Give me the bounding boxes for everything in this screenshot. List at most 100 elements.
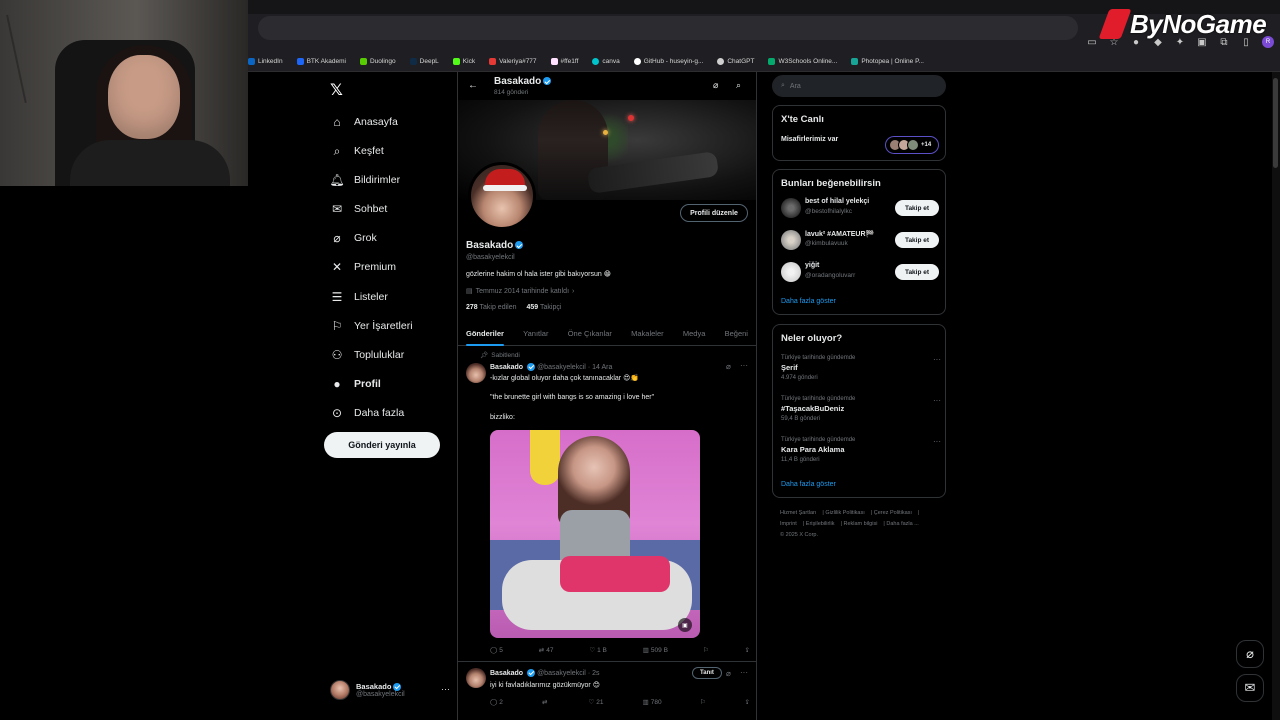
nav-more[interactable]: ⊙ Daha fazla	[330, 404, 404, 422]
retweet-button[interactable]: ⇄	[542, 698, 549, 706]
bookmark-button[interactable]: ⚐	[704, 646, 709, 654]
share-button[interactable]: ⇪	[745, 698, 750, 706]
tab-media[interactable]: Medya	[683, 329, 706, 338]
suggestion-row[interactable]: yiğit @oradangoluvarr Takip et	[781, 260, 941, 284]
reply-button[interactable]: ◯ 5	[490, 646, 503, 655]
follow-button[interactable]: Takip et	[895, 264, 939, 280]
grok-icon[interactable]: ⌀	[713, 80, 718, 91]
bookmark[interactable]: Kick	[452, 58, 475, 65]
bookmark[interactable]: BTK Akademi	[296, 58, 346, 65]
follow-button[interactable]: Takip et	[895, 200, 939, 216]
address-bar[interactable]	[258, 16, 1078, 40]
screenshot-icon[interactable]: ▭	[1086, 36, 1098, 48]
bookmark[interactable]: Valeriya#777	[489, 58, 537, 65]
bookmark[interactable]: Photopea | Online P...	[851, 58, 924, 65]
footer-link[interactable]: Gizlilik Politikası	[825, 510, 864, 516]
more-icon[interactable]: ···	[740, 668, 748, 677]
post-button[interactable]: Gönderi yayınla	[324, 432, 440, 458]
tab-articles[interactable]: Makaleler	[631, 329, 664, 338]
tweet-handle[interactable]: @basakyelekcil	[537, 364, 586, 371]
views-button[interactable]: ▥ 780	[643, 698, 662, 707]
following-count[interactable]: 278 Takip edilen	[466, 304, 516, 311]
grok-icon[interactable]: ⌀	[726, 362, 731, 371]
tweet-avatar[interactable]	[466, 668, 486, 688]
tweet-author[interactable]: Basakado	[490, 364, 523, 371]
footer-link[interactable]: Erişilebilirlik	[806, 521, 835, 527]
follow-button[interactable]: Takip et	[895, 232, 939, 248]
footer-link[interactable]: Reklam bilgisi	[843, 521, 877, 527]
nav-bookmarks[interactable]: ⚐ Yer İşaretleri	[330, 317, 413, 335]
bookmark[interactable]: ChatGPT	[717, 58, 754, 65]
account-switcher[interactable]: Basakado @basakyelekcil ···	[330, 678, 450, 702]
nav-explore[interactable]: ⌕ Keşfet	[330, 142, 384, 160]
profile-joined[interactable]: ▤ Temmuz 2014 tarihinde katıldı ›	[466, 287, 574, 296]
bookmark-label: DeepL	[419, 58, 439, 65]
edit-profile-button[interactable]: Profili düzenle	[680, 204, 748, 222]
bookmark[interactable]: DeepL	[409, 58, 439, 65]
tweet-avatar[interactable]	[466, 363, 486, 383]
bookmark[interactable]: W3Schools Online...	[768, 58, 837, 65]
nav-chat[interactable]: ✉ Sohbet	[330, 200, 387, 218]
like-button[interactable]: ♡ 1 B	[589, 646, 607, 655]
like-button[interactable]: ♡ 21	[588, 698, 603, 707]
suggestion-row[interactable]: lavuk² #AMATEUR🏁 @kimbulavuuk Takip et	[781, 228, 941, 252]
trend-item[interactable]: Türkiye tarihinde gündemde Şerif 4.974 g…	[781, 355, 941, 381]
suggestion-row[interactable]: best of hilal yelekçi @bestofhilalylkc T…	[781, 196, 941, 220]
followers-count[interactable]: 459 Takipçi	[526, 304, 561, 311]
more-icon[interactable]: ···	[441, 684, 450, 694]
tweet-handle[interactable]: @basakyelekcil	[537, 670, 586, 677]
nav-home[interactable]: ⌂ Anasayfa	[330, 113, 397, 131]
live-avatars-pill[interactable]: +14	[885, 136, 939, 154]
retweet-button[interactable]: ⇄ 47	[539, 646, 554, 655]
footer-link[interactable]: Çerez Politikası	[874, 510, 912, 516]
nav-profile[interactable]: ● Profil	[330, 375, 380, 393]
scrollbar-thumb[interactable]	[1273, 78, 1278, 168]
nav-grok[interactable]: ⌀ Grok	[330, 229, 376, 247]
messages-float-button[interactable]: ✉	[1236, 674, 1264, 702]
nav-premium[interactable]: ✕ Premium	[330, 258, 396, 276]
views-button[interactable]: ▥ 509 B	[643, 646, 668, 655]
tab-highlights[interactable]: Öne Çıkanlar	[568, 329, 612, 338]
bookmark[interactable]: canva	[592, 58, 620, 65]
tweet-author[interactable]: Basakado	[490, 670, 523, 677]
trend-item[interactable]: Türkiye tarihinde gündemde #TaşacakBuDen…	[781, 396, 941, 422]
bookmark-button[interactable]: ⚐	[701, 698, 706, 706]
bookmark[interactable]: GitHub - huseyin-g...	[633, 58, 703, 65]
nav-communities[interactable]: ⚇ Topluluklar	[330, 346, 405, 364]
tab-likes[interactable]: Beğeni	[725, 329, 748, 338]
trend-item[interactable]: Türkiye tarihinde gündemde Kara Para Akl…	[781, 437, 941, 463]
more-icon[interactable]: ···	[933, 396, 941, 405]
bookmark[interactable]: #ffe1ff	[550, 58, 578, 65]
footer-link[interactable]: Imprint	[780, 521, 797, 527]
tweet-time[interactable]: · 2s	[588, 670, 600, 677]
footer-link[interactable]: Daha fazla ...	[886, 521, 918, 527]
show-more-link[interactable]: Daha fazla göster	[781, 298, 836, 305]
tab-replies[interactable]: Yanıtlar	[523, 329, 548, 338]
promote-button[interactable]: Tanıt	[692, 667, 722, 679]
bookmark[interactable]: LinkedIn	[248, 58, 283, 65]
scrollbar[interactable]	[1272, 72, 1280, 720]
search-icon[interactable]: ⌕	[736, 80, 741, 91]
live-row-text[interactable]: Misafirlerimiz var	[781, 136, 838, 143]
back-arrow-icon[interactable]: ←	[468, 80, 478, 91]
x-logo-icon[interactable]: 𝕏	[330, 80, 343, 100]
reply-button[interactable]: ◯ 2	[490, 698, 503, 707]
share-button[interactable]: ⇪	[745, 646, 750, 654]
search-input[interactable]: ⌕ Ara	[772, 75, 946, 97]
more-icon[interactable]: ···	[933, 437, 941, 446]
tweet-media[interactable]: ▣	[490, 430, 700, 638]
grok-float-button[interactable]: ⌀	[1236, 640, 1264, 668]
bookmark[interactable]: Duolingo	[359, 58, 396, 65]
tweet-time[interactable]: · 14 Ara	[588, 364, 613, 371]
nav-notifications[interactable]: 🔔︎ Bildirimler	[329, 171, 400, 189]
tab-posts[interactable]: Gönderiler	[466, 329, 504, 346]
more-icon[interactable]: ···	[933, 355, 941, 364]
more-icon[interactable]: ···	[740, 361, 748, 370]
gif-control-icon[interactable]: ▣	[678, 618, 692, 632]
grok-icon[interactable]: ⌀	[726, 669, 731, 678]
nav-lists[interactable]: ☰ Listeler	[330, 288, 388, 306]
profile-avatar[interactable]	[468, 162, 536, 230]
show-more-link[interactable]: Daha fazla göster	[781, 481, 836, 488]
footer-link[interactable]: Hizmet Şartları	[780, 510, 816, 516]
following-label: Takip edilen	[479, 304, 517, 311]
